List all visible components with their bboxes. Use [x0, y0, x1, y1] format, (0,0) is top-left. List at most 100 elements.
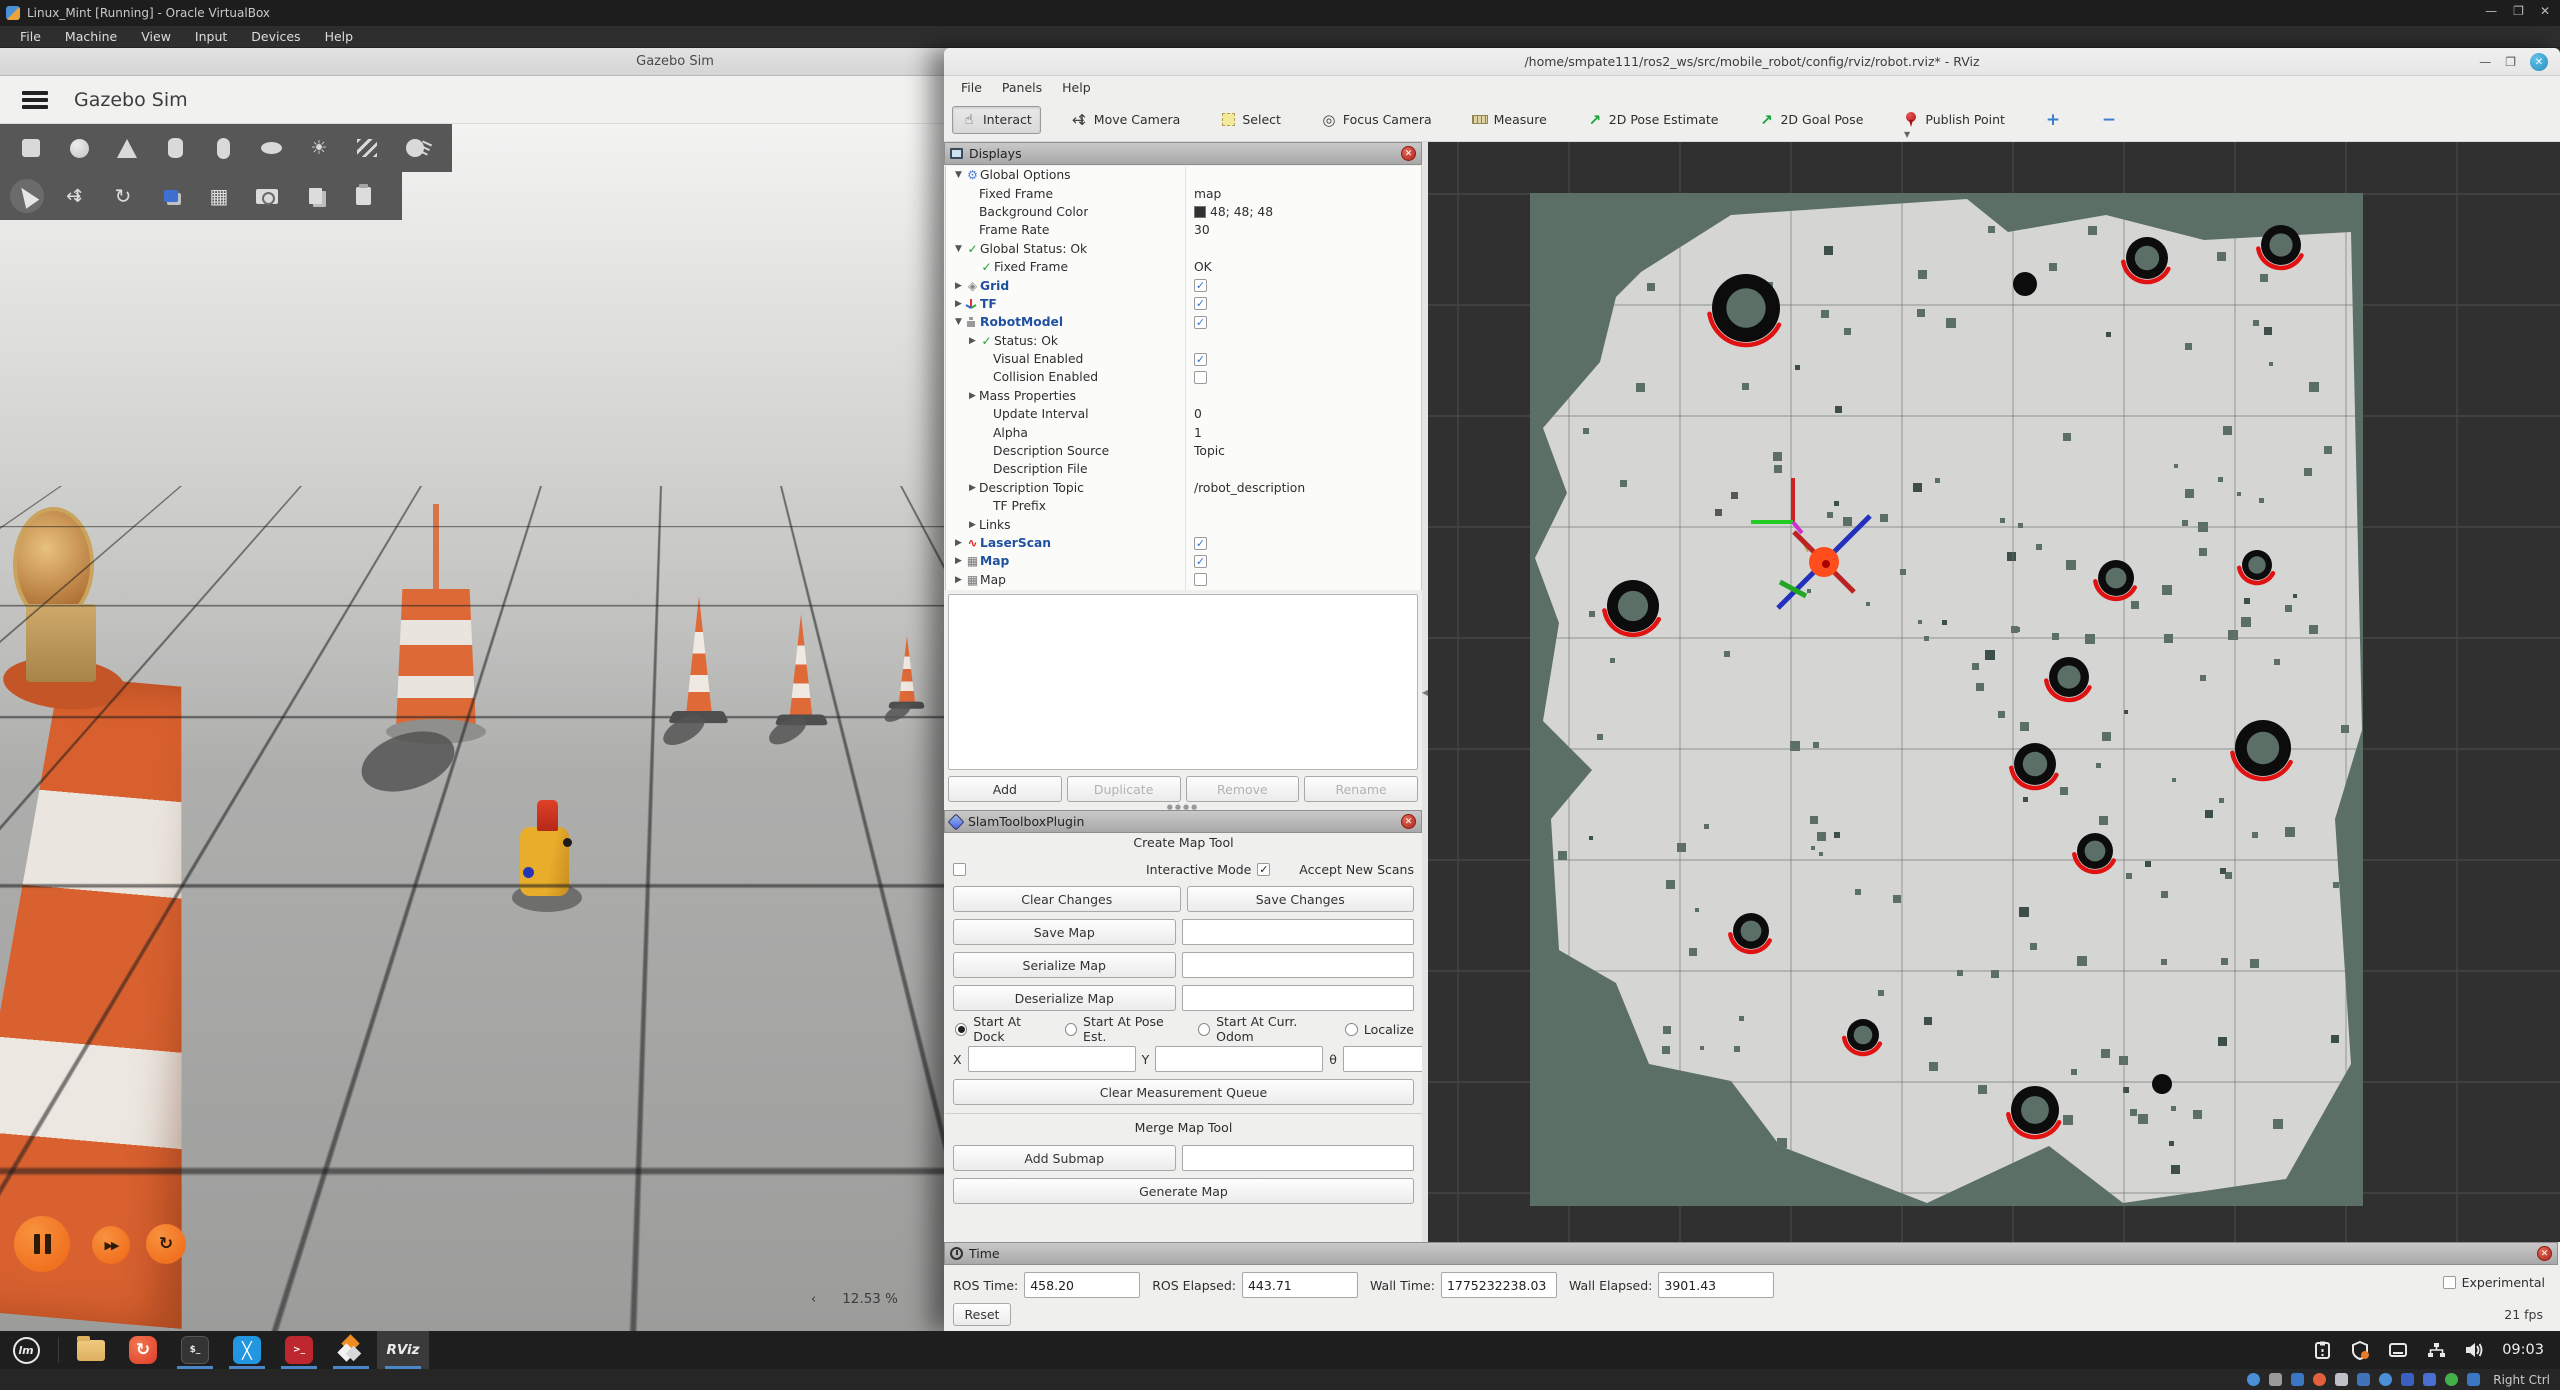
tool-plus[interactable]: + [2036, 106, 2070, 134]
vbox-menu-machine[interactable]: Machine [55, 27, 127, 46]
tree-row-global-options[interactable]: ▼⚙Global Options [946, 166, 1421, 184]
vbox-status-auto-resize-icon[interactable] [2445, 1373, 2458, 1386]
tree-value[interactable]: 0 [1194, 407, 1202, 421]
tree-value[interactable]: Topic [1194, 444, 1225, 458]
radio-button[interactable] [1345, 1023, 1358, 1036]
tree-row-visual-enabled[interactable]: Visual Enabled✓ [946, 350, 1421, 368]
rviz-menu-panels[interactable]: Panels [993, 78, 1051, 97]
tool-publish-point[interactable]: Publish Point [1894, 106, 2014, 134]
tree-value[interactable]: /robot_description [1194, 481, 1305, 495]
copy-tool[interactable] [298, 179, 332, 213]
tree-row-alpha[interactable]: Alpha1 [946, 423, 1421, 441]
tool-move-camera[interactable]: Move Camera [1063, 106, 1190, 134]
save-map-input[interactable] [1182, 919, 1415, 945]
radio-button[interactable] [955, 1023, 967, 1036]
tree-row-global-status-ok[interactable]: ▼✓Global Status: Ok [946, 240, 1421, 258]
tree-row-map[interactable]: ▶▦Map [946, 571, 1421, 589]
time-panel-header[interactable]: Time ✕ [944, 1242, 2558, 1265]
tree-row-robotmodel[interactable]: ▼RobotModel✓ [946, 313, 1421, 331]
time-field-input[interactable] [1242, 1272, 1358, 1298]
vbox-status-hard-disk-icon[interactable] [2247, 1373, 2260, 1386]
ellipsoid-tool[interactable] [254, 131, 288, 165]
pause-button[interactable] [14, 1216, 70, 1272]
taskbar-app-terminal-red[interactable]: >_ [273, 1331, 325, 1369]
add-submap-input[interactable] [1182, 1145, 1415, 1171]
tool-minus[interactable]: − [2092, 106, 2126, 134]
tool-measure[interactable]: Measure [1463, 106, 1556, 134]
tree-value[interactable]: 1 [1194, 426, 1202, 440]
spot-light-tool[interactable] [398, 131, 432, 165]
chevron-right-icon[interactable]: ▶ [966, 483, 979, 493]
enabled-checkbox[interactable] [1194, 371, 1207, 384]
taskbar-app-terminal[interactable]: $_ [169, 1331, 221, 1369]
vbox-menu-input[interactable]: Input [185, 27, 237, 46]
volume-icon[interactable] [2464, 1340, 2484, 1360]
select-tool[interactable] [10, 179, 44, 213]
vbox-menu-view[interactable]: View [131, 27, 181, 46]
interactive-mode-checkbox[interactable]: ✓ [1257, 863, 1270, 876]
panel-splitter-handle[interactable]: ●●●● [944, 804, 1422, 809]
chevron-right-icon[interactable]: ▶ [966, 336, 979, 346]
serialize-map-input[interactable] [1182, 952, 1415, 978]
chevron-down-icon[interactable]: ▼ [952, 170, 965, 180]
tree-column-divider[interactable] [1185, 166, 1186, 590]
enabled-checkbox[interactable]: ✓ [1194, 279, 1207, 292]
chevron-right-icon[interactable]: ▶ [966, 391, 979, 401]
translate-tool[interactable] [58, 179, 92, 213]
radio-start-at-dock[interactable]: Start At Dock [955, 1014, 1051, 1044]
clear-changes-button[interactable]: Clear Changes [953, 886, 1181, 912]
rviz-titlebar[interactable]: /home/smpate111/ros2_ws/src/mobile_robot… [944, 48, 2560, 76]
vbox-status-usb-device-icon[interactable] [2335, 1373, 2348, 1386]
taskbar-app-rviz[interactable]: RViz [377, 1331, 429, 1369]
vbox-close-button[interactable]: ✕ [2540, 4, 2550, 18]
tree-row-background-color[interactable]: Background Color48; 48; 48 [946, 203, 1421, 221]
paste-tool[interactable] [346, 179, 380, 213]
tree-row-mass-properties[interactable]: ▶Mass Properties [946, 387, 1421, 405]
tree-row-grid[interactable]: ▶◈Grid✓ [946, 276, 1421, 294]
taskbar-app-gazebo[interactable] [325, 1331, 377, 1369]
enabled-checkbox[interactable]: ✓ [1194, 353, 1207, 366]
displays-close-icon[interactable]: ✕ [1401, 146, 1416, 161]
tree-row-description-file[interactable]: Description File [946, 460, 1421, 478]
taskbar-app-mint-menu[interactable]: lm [0, 1331, 52, 1369]
rviz-maximize-button[interactable]: ❐ [2505, 53, 2516, 71]
radio-button[interactable] [1198, 1023, 1210, 1036]
time-field-input[interactable] [1024, 1272, 1140, 1298]
tree-row-map[interactable]: ▶▦Map✓ [946, 552, 1421, 570]
vbox-status-display-icon[interactable] [2379, 1373, 2392, 1386]
tree-row-status-ok[interactable]: ▶✓Status: Ok [946, 332, 1421, 350]
vbox-status-updates-icon[interactable] [2467, 1373, 2480, 1386]
tree-row-description-source[interactable]: Description SourceTopic [946, 442, 1421, 460]
time-field-input[interactable] [1441, 1272, 1557, 1298]
taskbar-app-files[interactable] [65, 1331, 117, 1369]
tree-row-collision-enabled[interactable]: Collision Enabled [946, 368, 1421, 386]
tree-row-fixed-frame[interactable]: Fixed Framemap [946, 184, 1421, 202]
tree-row-update-interval[interactable]: Update Interval0 [946, 405, 1421, 423]
remove-button[interactable]: Remove [1186, 776, 1300, 802]
clipboard-icon[interactable] [2312, 1340, 2332, 1360]
taskbar-clock[interactable]: 09:03 [2502, 1342, 2544, 1358]
cone-tool[interactable] [110, 131, 144, 165]
vbox-status-optical-disc-icon[interactable] [2269, 1373, 2282, 1386]
left-checkbox[interactable] [953, 863, 966, 876]
tree-value[interactable]: OK [1194, 260, 1212, 274]
chevron-right-icon[interactable]: ▶ [966, 520, 979, 530]
tree-row-laserscan[interactable]: ▶∿LaserScan✓ [946, 534, 1421, 552]
slam-close-icon[interactable]: ✕ [1401, 814, 1416, 829]
rviz-minimize-button[interactable]: — [2479, 53, 2491, 71]
tree-row-frame-rate[interactable]: Frame Rate30 [946, 221, 1421, 239]
rviz-menu-help[interactable]: Help [1053, 78, 1100, 97]
rename-button[interactable]: Rename [1304, 776, 1418, 802]
tool-2d-goal-pose[interactable]: ↗2D Goal Pose [1749, 106, 1872, 134]
sphere-tool[interactable] [62, 131, 96, 165]
time-close-icon[interactable]: ✕ [2537, 1246, 2552, 1261]
tree-row-tf[interactable]: ▶TF✓ [946, 295, 1421, 313]
tree-row-description-topic[interactable]: ▶Description Topic/robot_description [946, 479, 1421, 497]
enabled-checkbox[interactable]: ✓ [1194, 316, 1207, 329]
enabled-checkbox[interactable]: ✓ [1194, 297, 1207, 310]
vbox-status-audio-icon[interactable] [2291, 1373, 2304, 1386]
vbox-status-recording-icon[interactable] [2401, 1373, 2414, 1386]
reset-button[interactable]: Reset [953, 1303, 1011, 1326]
tree-value[interactable]: map [1194, 187, 1221, 201]
vbox-menu-help[interactable]: Help [315, 27, 364, 46]
